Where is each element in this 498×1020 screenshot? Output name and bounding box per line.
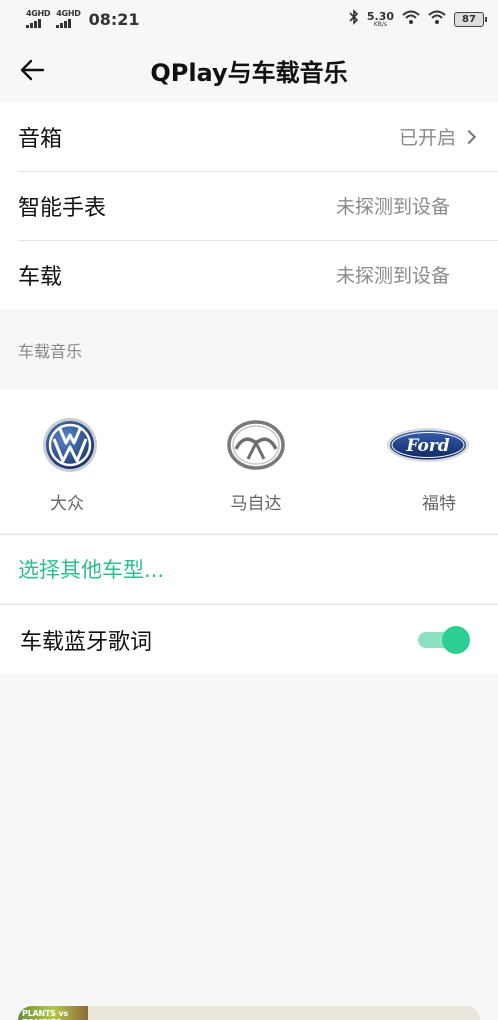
device-status: 未探测到设备 xyxy=(335,196,450,218)
car-bluetooth-lyrics-row: 车载蓝牙歌词 xyxy=(0,604,498,674)
speed-unit: KB/s xyxy=(373,20,388,28)
device-row-speaker[interactable]: 音箱 已开启 xyxy=(0,102,498,171)
speed-value: 5.30 xyxy=(366,9,394,23)
device-name: 智能手表 xyxy=(18,195,107,221)
ford-logo-text: Ford xyxy=(405,436,449,456)
wifi-icon-1 xyxy=(402,10,420,28)
header: QPlay与车载音乐 xyxy=(0,38,498,102)
brand-label: 马自达 xyxy=(230,494,282,514)
select-other-car-link[interactable]: 选择其他车型... xyxy=(0,534,498,603)
network-type-2: 4GHD xyxy=(56,9,81,18)
car-bluetooth-lyrics-toggle[interactable] xyxy=(418,625,470,654)
ford-logo-icon: Ford xyxy=(386,417,470,473)
back-button[interactable] xyxy=(14,52,50,88)
battery-level: 87 xyxy=(462,13,476,25)
wifi-icon-2 xyxy=(428,10,446,28)
device-row-car[interactable]: 车载 未探测到设备 xyxy=(0,240,498,309)
device-row-watch[interactable]: 智能手表 未探测到设备 xyxy=(0,171,498,240)
album-cover-image: PLANTS vs ZOMBIES xyxy=(18,1006,88,1020)
network-type-1: 4GHD xyxy=(26,9,51,18)
brand-item-volkswagen[interactable]: 大众 xyxy=(0,389,185,533)
battery-icon: 87 xyxy=(454,11,487,27)
device-status: 未探测到设备 xyxy=(335,265,450,287)
brand-item-ford[interactable]: Ford 福特 xyxy=(327,389,498,533)
signal-icon-1: 4GHD xyxy=(26,9,51,28)
mini-player[interactable]: PLANTS vs ZOMBIES xyxy=(18,1006,480,1020)
select-other-car-label: 选择其他车型... xyxy=(18,558,165,582)
device-name: 车载 xyxy=(18,264,63,290)
back-arrow-icon xyxy=(20,59,45,81)
chevron-right-icon xyxy=(461,129,477,144)
device-list: 音箱 已开启 智能手表 未探测到设备 车载 未探测到设备 xyxy=(0,102,498,309)
status-bar: 4GHD 4GHD 08:21 5.30 KB/s 87 xyxy=(0,0,498,38)
network-speed: 5.30 KB/s xyxy=(367,11,394,28)
car-brand-list: 大众 马自达 Ford 福特 xyxy=(0,389,498,533)
signal-icon-2: 4GHD xyxy=(56,9,81,28)
brand-item-mazda[interactable]: 马自达 xyxy=(185,389,328,533)
device-status: 已开启 xyxy=(399,123,480,150)
section-label-car-music: 车载音乐 xyxy=(18,342,83,361)
device-status-text: 已开启 xyxy=(398,127,456,149)
clock: 08:21 xyxy=(88,9,140,29)
mazda-logo-icon xyxy=(226,417,286,473)
device-name: 音箱 xyxy=(18,126,63,152)
car-bluetooth-lyrics-label: 车载蓝牙歌词 xyxy=(20,629,153,655)
bluetooth-icon xyxy=(349,9,359,29)
volkswagen-logo-icon xyxy=(42,417,98,473)
toggle-knob xyxy=(442,625,470,654)
brand-label: 大众 xyxy=(50,494,84,514)
page-title: QPlay与车载音乐 xyxy=(150,58,348,87)
album-cover-text: PLANTS vs ZOMBIES xyxy=(22,1009,69,1020)
brand-label: 福特 xyxy=(422,494,457,514)
